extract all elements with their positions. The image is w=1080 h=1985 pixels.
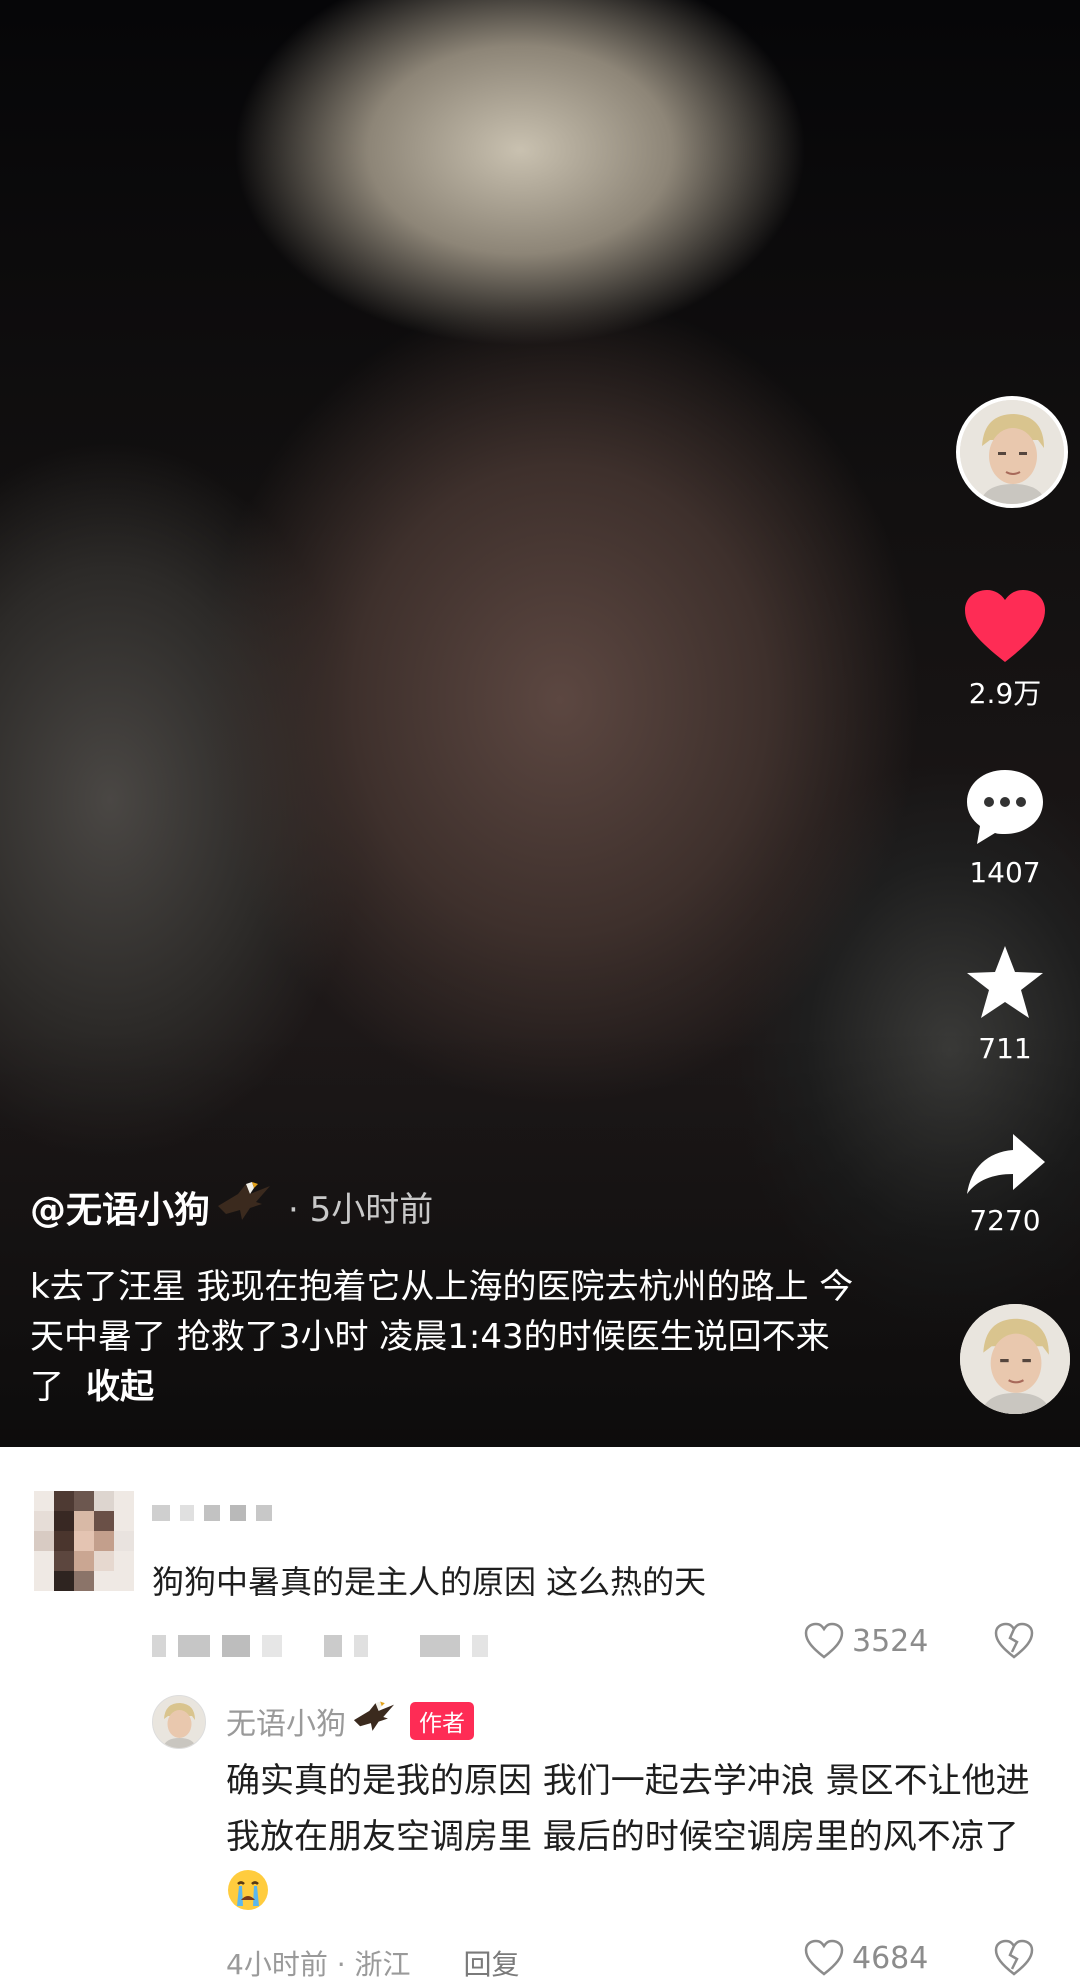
comment-dislike-button[interactable]	[994, 1622, 1034, 1664]
author-handle[interactable]: @无语小狗	[30, 1181, 210, 1233]
comment-like-button[interactable]: 3524	[804, 1622, 928, 1660]
action-rail: 2.9万 1407 711 7270	[930, 0, 1080, 1447]
comment-sheet: 狗狗中暑真的是主人的原因 这么热的天 3524 无语小狗 作者 确实真的是我的原…	[0, 1447, 1080, 1985]
broken-heart-icon	[994, 1622, 1034, 1659]
reply-button[interactable]: 回复	[463, 1948, 519, 1981]
reply-eagle-emoji-icon	[352, 1700, 396, 1742]
reply-like-count: 4684	[852, 1940, 929, 1976]
comment-button[interactable]: 1407	[930, 766, 1080, 889]
comment-text: 狗狗中暑真的是主人的原因 这么热的天	[152, 1563, 707, 1601]
blurred-comment-meta	[152, 1635, 488, 1657]
eagle-emoji-icon	[216, 1180, 272, 1233]
reply-author-name[interactable]: 无语小狗	[226, 1699, 346, 1743]
post-time: · 5小时前	[288, 1190, 434, 1230]
commenter-avatar[interactable]	[34, 1491, 134, 1591]
star-icon	[967, 946, 1043, 1018]
video-player[interactable]: @无语小狗 · 5小时前 k去了汪星 我现在抱着它从上海的医院去杭州的路上 今天…	[0, 0, 1080, 1447]
pixelated-avatar-image	[34, 1491, 134, 1591]
heart-icon	[965, 590, 1045, 662]
author-avatar[interactable]	[956, 396, 1068, 508]
avatar-portrait	[960, 400, 1064, 504]
reply-avatar-portrait	[153, 1696, 205, 1748]
favorite-count: 711	[978, 1032, 1032, 1065]
share-button[interactable]: 7270	[930, 1130, 1080, 1237]
reply-like-button[interactable]: 4684	[804, 1939, 928, 1977]
video-author-line: @无语小狗 · 5小时前	[30, 1180, 433, 1233]
crying-emoji-icon	[226, 1868, 270, 1929]
blurred-commenter-name	[152, 1505, 272, 1521]
reply-text: 确实真的是我的原因 我们一起去学冲浪 景区不让他进 我放在朋友空调房里 最后的时…	[226, 1761, 1030, 1857]
like-button[interactable]: 2.9万	[930, 588, 1080, 712]
comment-count: 1407	[969, 856, 1041, 889]
reply-broken-heart-icon	[994, 1939, 1034, 1976]
favorite-button[interactable]: 711	[930, 942, 1080, 1065]
reply-time-location: 4小时前 · 浙江	[226, 1948, 411, 1981]
author-badge: 作者	[410, 1702, 474, 1740]
video-caption: k去了汪星 我现在抱着它从上海的医院去杭州的路上 今天中暑了 抢救了3小时 凌晨…	[30, 1262, 860, 1412]
comment-like-count: 3524	[852, 1623, 929, 1659]
reply-outline-heart-icon	[804, 1939, 844, 1976]
reply-dislike-button[interactable]	[994, 1939, 1034, 1981]
collapse-button[interactable]: 收起	[86, 1367, 154, 1407]
reply-author-avatar[interactable]	[152, 1695, 206, 1749]
reply-meta: 4小时前 · 浙江 回复	[226, 1943, 519, 1983]
share-icon	[967, 1134, 1045, 1194]
reply-text-block: 确实真的是我的原因 我们一起去学冲浪 景区不让他进 我放在朋友空调房里 最后的时…	[226, 1753, 1046, 1929]
music-disc-avatar[interactable]	[960, 1304, 1070, 1414]
share-count: 7270	[969, 1204, 1041, 1237]
reply-author: 无语小狗 作者	[226, 1699, 474, 1743]
comment-icon	[967, 770, 1043, 844]
like-count: 2.9万	[968, 677, 1042, 710]
outline-heart-icon	[804, 1622, 844, 1659]
disc-portrait	[960, 1304, 1070, 1414]
